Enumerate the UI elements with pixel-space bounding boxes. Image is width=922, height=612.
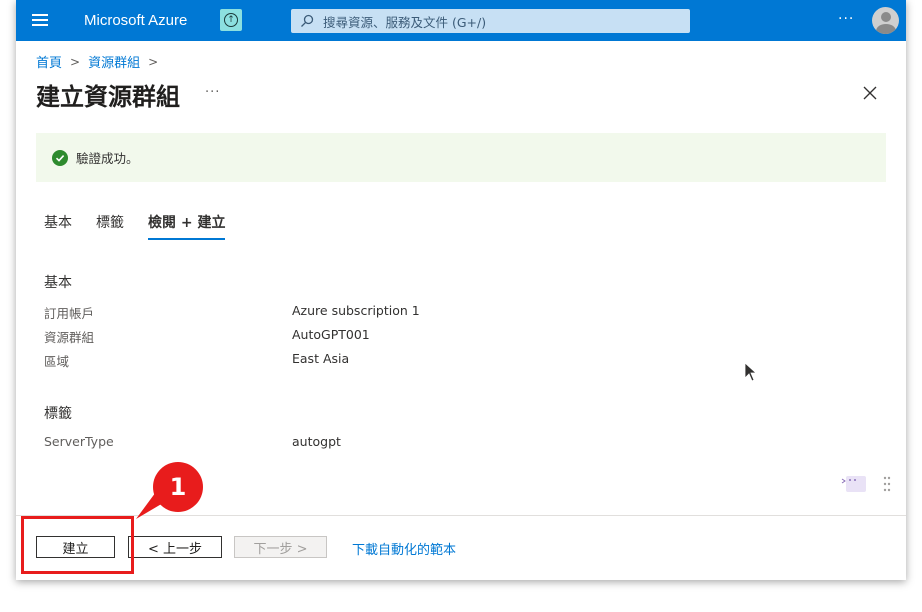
- validation-message: 驗證成功。: [76, 151, 139, 166]
- highlight-box: [21, 516, 134, 574]
- close-icon[interactable]: [861, 84, 879, 102]
- tab-list: 基本 標籤 檢閱 + 建立: [44, 212, 249, 240]
- download-template-link[interactable]: 下載自動化的範本: [352, 539, 456, 558]
- validation-banner: 驗證成功。: [36, 133, 886, 182]
- chevron-right-icon: >: [70, 54, 81, 69]
- section-tags-heading: 標籤: [44, 406, 72, 422]
- resource-group-value: AutoGPT001: [292, 327, 370, 342]
- menu-icon[interactable]: [32, 14, 48, 26]
- feedback-icon[interactable]: [838, 470, 868, 496]
- brand-title[interactable]: Microsoft Azure: [84, 12, 187, 29]
- top-bar: Microsoft Azure ↑ 搜尋資源、服務及文件 (G+/) ···: [16, 0, 906, 41]
- next-button[interactable]: 下一步 >: [234, 536, 327, 558]
- tag-name-label: ServerType: [44, 434, 114, 449]
- tab-basics[interactable]: 基本: [44, 212, 72, 240]
- more-icon[interactable]: ···: [205, 85, 220, 100]
- tab-tags[interactable]: 標籤: [96, 212, 124, 240]
- subscription-label: 訂用帳戶: [44, 306, 95, 321]
- check-circle-icon: [52, 149, 68, 166]
- search-icon: [301, 14, 314, 27]
- search-placeholder: 搜尋資源、服務及文件 (G+/): [323, 14, 487, 30]
- tab-review-create[interactable]: 檢閱 + 建立: [148, 212, 226, 240]
- drag-handle-icon[interactable]: [883, 476, 891, 492]
- chevron-right-icon: >: [148, 54, 159, 69]
- section-basics-heading: 基本: [44, 275, 72, 291]
- breadcrumb: 首頁 > 資源群組 >: [36, 52, 166, 72]
- breadcrumb-home[interactable]: 首頁: [36, 52, 62, 71]
- upgrade-icon[interactable]: ↑: [220, 9, 242, 31]
- region-value: East Asia: [292, 351, 350, 366]
- avatar[interactable]: [872, 7, 899, 34]
- region-label: 區域: [44, 354, 70, 369]
- page-title: 建立資源群組: [36, 83, 180, 111]
- subscription-value: Azure subscription 1: [292, 303, 420, 318]
- mouse-cursor-icon: [744, 362, 758, 382]
- search-input[interactable]: 搜尋資源、服務及文件 (G+/): [291, 9, 690, 33]
- previous-button[interactable]: < 上一步: [128, 536, 222, 558]
- more-icon[interactable]: ···: [838, 11, 854, 27]
- step-number: 1: [169, 473, 187, 501]
- breadcrumb-resource-groups[interactable]: 資源群組: [88, 52, 140, 71]
- tag-value: autogpt: [292, 434, 341, 449]
- resource-group-label: 資源群組: [44, 330, 95, 345]
